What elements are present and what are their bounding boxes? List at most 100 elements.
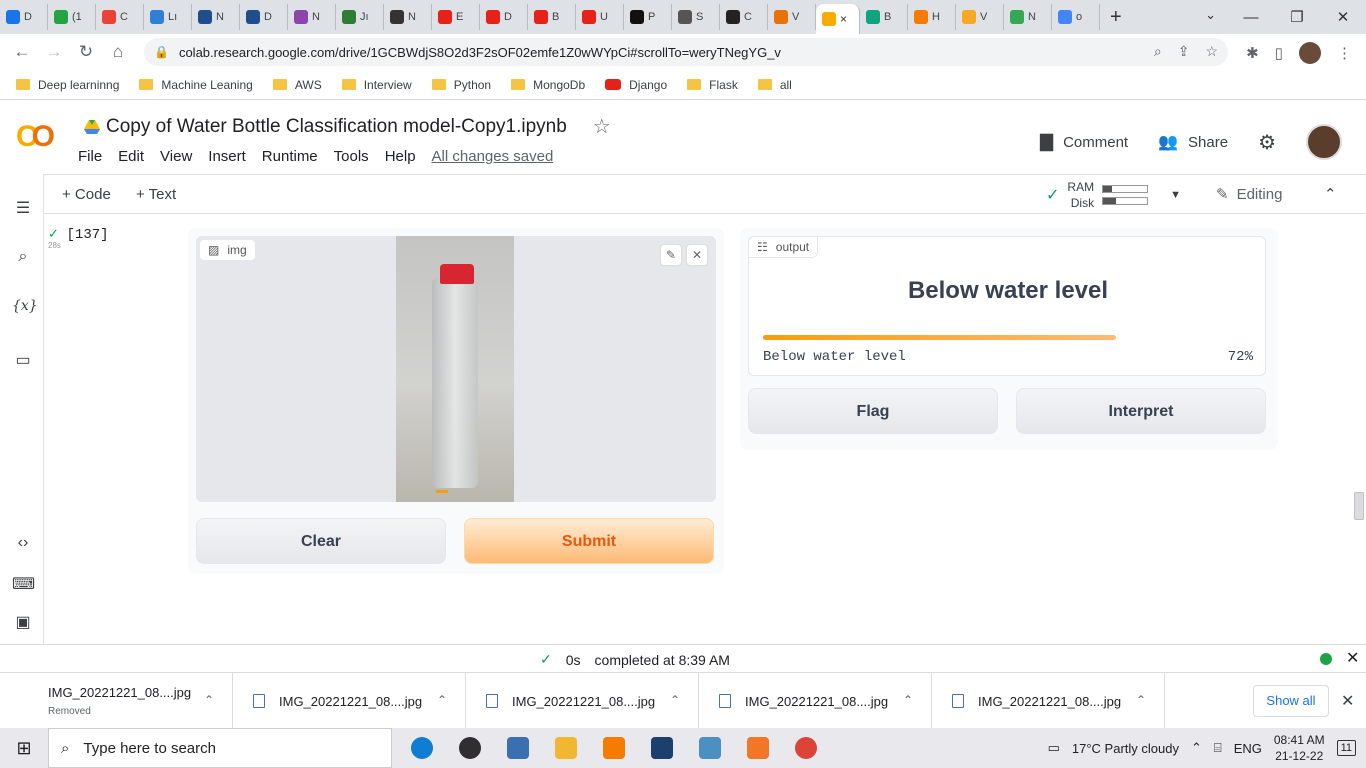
add-text-button[interactable]: + Text <box>136 186 176 203</box>
lock-icon[interactable]: 🔒 <box>154 45 169 59</box>
browser-tab[interactable]: N <box>288 4 336 30</box>
browser-tab[interactable]: B <box>860 4 908 30</box>
browser-tab[interactable]: C <box>720 4 768 30</box>
close-window-icon[interactable]: ✕ <box>1320 8 1366 26</box>
browser-tab[interactable]: P <box>624 4 672 30</box>
minimize-icon[interactable]: — <box>1228 9 1274 26</box>
menu-item-runtime[interactable]: Runtime <box>262 148 318 165</box>
browser-tab[interactable]: Lı <box>144 4 192 30</box>
add-code-button[interactable]: + Code <box>62 186 111 203</box>
menu-item-view[interactable]: View <box>160 148 192 165</box>
user-avatar[interactable] <box>1306 124 1342 160</box>
download-item[interactable]: IMG_20221221_08....jpg ⌃ <box>699 673 932 729</box>
browser-tab[interactable]: U <box>576 4 624 30</box>
back-icon[interactable]: ← <box>6 42 38 62</box>
bookmark-item[interactable]: Django <box>605 78 667 92</box>
star-icon[interactable]: ☆ <box>593 114 611 139</box>
profile-avatar[interactable] <box>1299 42 1321 64</box>
colab-logo[interactable]: CO <box>16 120 55 154</box>
browser-tab[interactable]: N <box>192 4 240 30</box>
image-input[interactable]: ▨ img ✎ ✕ <box>196 236 716 502</box>
flag-button[interactable]: Flag <box>748 388 998 434</box>
browser-tab[interactable]: N <box>1004 4 1052 30</box>
browser-tab[interactable]: (1 <box>48 4 96 30</box>
editing-mode-button[interactable]: ✎ Editing <box>1216 185 1282 204</box>
tab-close-icon[interactable]: × <box>840 12 847 26</box>
clear-button[interactable]: Clear <box>196 518 446 564</box>
collapse-header-icon[interactable]: ⌃ <box>1324 185 1337 203</box>
menu-item-file[interactable]: File <box>78 148 102 165</box>
bookmark-item[interactable]: AWS <box>272 78 322 92</box>
taskbar-app-obs[interactable] <box>454 732 486 764</box>
side-panel-icon[interactable]: ▯ <box>1275 44 1283 62</box>
remove-image-icon[interactable]: ✕ <box>686 244 708 266</box>
bookmark-item[interactable]: Deep learninng <box>16 78 119 92</box>
menu-item-tools[interactable]: Tools <box>334 148 369 165</box>
bookmark-item[interactable]: Flask <box>687 78 738 92</box>
save-status-link[interactable]: All changes saved <box>432 148 554 165</box>
taskbar-app-jupyter[interactable] <box>742 732 774 764</box>
download-options-chevron-icon[interactable]: ⌃ <box>903 693 913 707</box>
weather-icon[interactable]: ▭ <box>1048 740 1060 756</box>
browser-tab[interactable]: Jı <box>336 4 384 30</box>
taskbar-app-file-explorer[interactable] <box>550 732 582 764</box>
taskbar-app-anaconda[interactable] <box>646 732 678 764</box>
command-palette-icon[interactable]: ⌨ <box>12 574 35 594</box>
notification-center-icon[interactable]: 11 <box>1336 740 1356 756</box>
notebook-title[interactable]: Copy of Water Bottle Classification mode… <box>106 116 567 138</box>
browser-tab[interactable]: S <box>672 4 720 30</box>
download-item[interactable]: IMG_20221221_08....jpg ⌃ <box>932 673 1165 729</box>
show-all-downloads-button[interactable]: Show all <box>1253 685 1329 717</box>
download-options-chevron-icon[interactable]: ⌃ <box>437 693 447 707</box>
browser-tab[interactable]: D <box>480 4 528 30</box>
bookmark-item[interactable]: Python <box>431 78 491 92</box>
browser-tab[interactable]: H <box>908 4 956 30</box>
bookmark-item[interactable]: MongoDb <box>511 78 585 92</box>
table-of-contents-icon[interactable]: ☰ <box>12 198 34 218</box>
menu-item-help[interactable]: Help <box>385 148 416 165</box>
submit-button[interactable]: Submit <box>464 518 714 564</box>
share-page-icon[interactable]: ⇪ <box>1178 43 1190 60</box>
browser-tab[interactable]: V <box>768 4 816 30</box>
weather-text[interactable]: 17°C Partly cloudy <box>1072 741 1179 756</box>
restore-icon[interactable]: ❐ <box>1274 8 1320 26</box>
bookmark-item[interactable]: Interview <box>341 78 412 92</box>
download-item[interactable]: IMG_20221221_08....jpg ⌃ <box>233 673 466 729</box>
network-icon[interactable]: ⌸ <box>1214 740 1222 756</box>
browser-menu-icon[interactable]: ⋮ <box>1337 44 1352 62</box>
forward-icon[interactable]: → <box>38 42 70 62</box>
reload-icon[interactable]: ↻ <box>70 42 102 62</box>
taskbar-app-vlc[interactable] <box>598 732 630 764</box>
taskbar-app-edge[interactable] <box>406 732 438 764</box>
browser-tab[interactable]: V <box>956 4 1004 30</box>
bookmark-item[interactable]: all <box>757 78 792 92</box>
browser-tab[interactable]: C <box>96 4 144 30</box>
clock[interactable]: 08:41 AM 21-12-22 <box>1274 732 1325 764</box>
tab-search-icon[interactable]: ⌄ <box>1205 7 1216 23</box>
ram-disk-monitor[interactable]: ✓ RAM Disk ▼ <box>1046 179 1181 211</box>
edit-image-icon[interactable]: ✎ <box>660 244 682 266</box>
download-options-chevron-icon[interactable]: ⌃ <box>1136 693 1146 707</box>
runtime-dropdown-icon[interactable]: ▼ <box>1170 189 1181 201</box>
terminal-icon[interactable]: ▣ <box>12 612 34 632</box>
browser-tab[interactable]: D <box>240 4 288 30</box>
extensions-icon[interactable]: ✱ <box>1246 44 1259 62</box>
bookmark-star-icon[interactable]: ☆ <box>1205 43 1218 60</box>
address-bar[interactable]: 🔒 colab.research.google.com/drive/1GCBWd… <box>144 38 1228 66</box>
download-options-chevron-icon[interactable]: ⌃ <box>204 693 214 707</box>
files-folder-icon[interactable]: ▭ <box>12 350 34 370</box>
menu-item-edit[interactable]: Edit <box>118 148 144 165</box>
share-button[interactable]: 👥 Share <box>1158 132 1228 152</box>
browser-tab-active[interactable]: × <box>816 4 860 34</box>
menu-item-insert[interactable]: Insert <box>208 148 246 165</box>
language-indicator[interactable]: ENG <box>1234 741 1262 756</box>
search-icon[interactable]: ⌕ <box>12 248 34 266</box>
new-tab-button[interactable]: + <box>1110 6 1138 29</box>
browser-tab[interactable]: D <box>0 4 48 30</box>
home-icon[interactable]: ⌂ <box>102 42 134 62</box>
browser-tab[interactable]: o <box>1052 4 1100 30</box>
download-item[interactable]: IMG_20221221_08....jpg Removed ⌃ <box>0 673 233 729</box>
browser-tab[interactable]: N <box>384 4 432 30</box>
taskbar-app-explorer-window[interactable] <box>502 732 534 764</box>
status-close-icon[interactable]: ✕ <box>1346 648 1359 668</box>
